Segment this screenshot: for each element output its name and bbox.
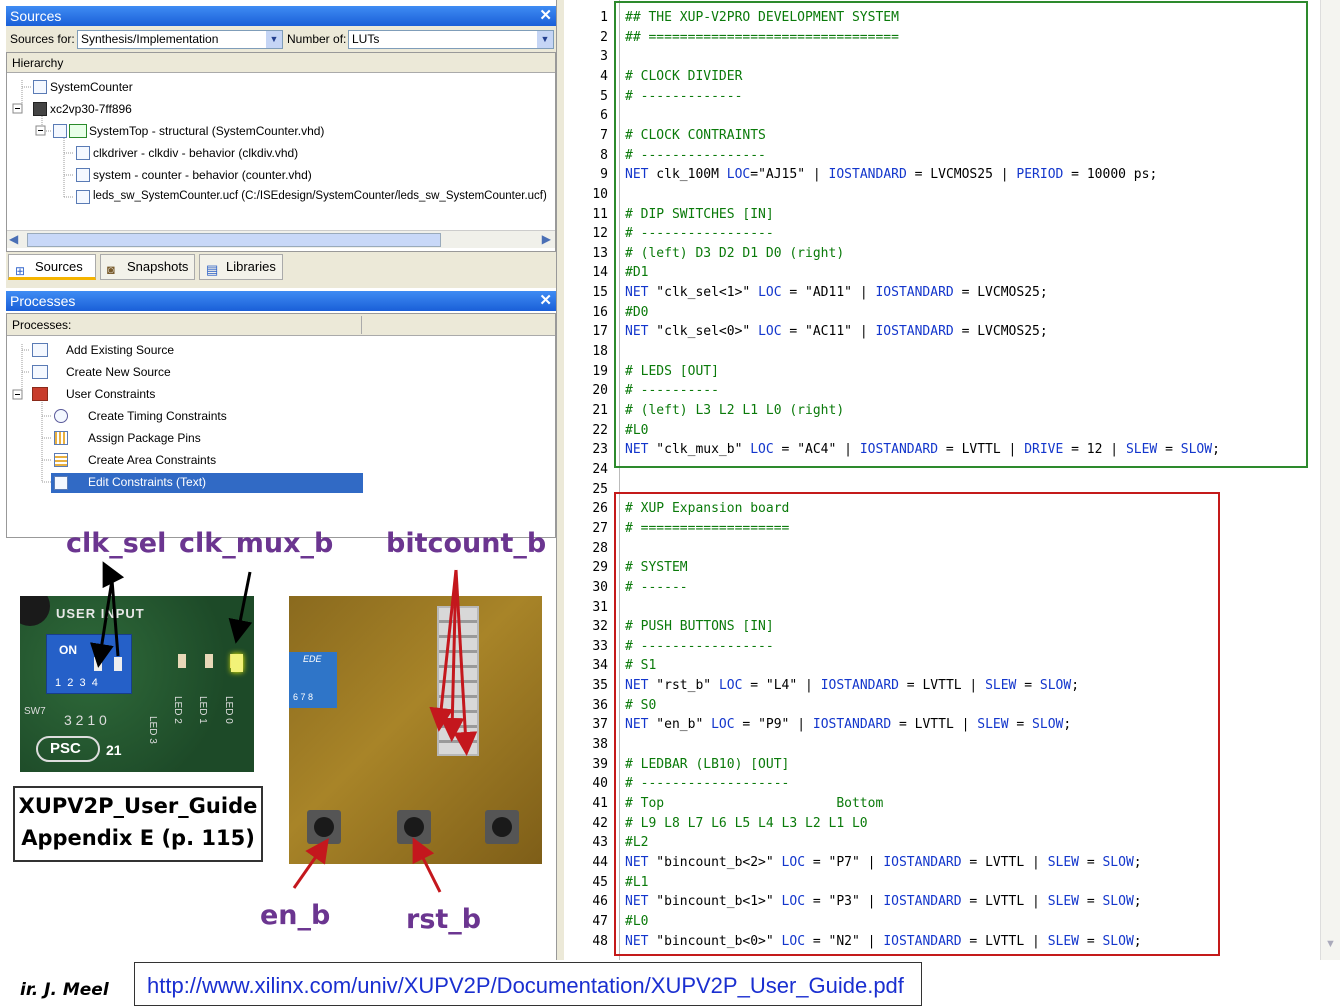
line-number: 41	[592, 796, 608, 811]
code-line[interactable]: NET "rst_b" LOC = "L4" | IOSTANDARD = LV…	[625, 678, 1079, 693]
line-number: 32	[592, 619, 608, 635]
line-number: 1	[600, 10, 608, 25]
line-number: 4	[600, 68, 608, 84]
code-line[interactable]: NET "bincount_b<0>" LOC = "N2" | IOSTAND…	[625, 934, 1142, 949]
line-number: 6	[600, 108, 608, 124]
author-text: ir. J. Meel	[20, 980, 109, 1000]
code-line[interactable]: # SYSTEM	[625, 560, 688, 575]
line-number: 20	[592, 383, 608, 399]
line-number: 39	[592, 756, 608, 772]
line-number: 35	[592, 678, 608, 694]
code-line[interactable]: # CLOCK CONTRAINTS	[625, 128, 766, 143]
line-number: 30	[592, 579, 608, 595]
line-number: 31	[592, 599, 608, 615]
code-line[interactable]: # ----------------	[625, 148, 766, 163]
line-number: 9	[600, 167, 608, 183]
code-line[interactable]: NET clk_100M LOC="AJ15" | IOSTANDARD = L…	[625, 167, 1157, 182]
code-line[interactable]: # PUSH BUTTONS [IN]	[625, 619, 774, 634]
code-line[interactable]: # ===================	[625, 521, 789, 536]
code-line[interactable]: NET "bincount_b<1>" LOC = "P3" | IOSTAND…	[625, 894, 1142, 909]
line-number: 33	[592, 638, 608, 654]
splitter[interactable]	[556, 0, 564, 960]
line-number: 26	[592, 501, 608, 517]
line-number: 15	[592, 285, 608, 301]
line-number: 22	[592, 422, 608, 438]
line-number: 25	[592, 481, 608, 497]
line-number: 23	[592, 442, 608, 458]
line-number: 40	[592, 776, 608, 792]
line-number: 28	[592, 540, 608, 556]
code-line[interactable]: # L9 L8 L7 L6 L5 L4 L3 L2 L1 L0	[625, 816, 868, 831]
code-line[interactable]: #L2	[625, 835, 648, 850]
code-line[interactable]: # -----------------	[625, 226, 774, 241]
code-line[interactable]: # ----------	[625, 383, 719, 398]
guide-url-link[interactable]: http://www.xilinx.com/univ/XUPV2P/Docume…	[147, 973, 904, 999]
code-line[interactable]: # LEDBAR (LB10) [OUT]	[625, 757, 789, 772]
line-number: 48	[592, 933, 608, 949]
line-number: 38	[592, 737, 608, 753]
code-line[interactable]: # Top Bottom	[625, 796, 883, 811]
code-line[interactable]: # XUP Expansion board	[625, 501, 789, 516]
line-number: 3	[600, 49, 608, 65]
code-line[interactable]: NET "clk_sel<1>" LOC = "AD11" | IOSTANDA…	[625, 285, 1048, 300]
line-number: 34	[592, 658, 608, 674]
guide-line-1: XUPV2P_User_Guide	[18, 794, 258, 818]
line-number: 36	[592, 697, 608, 713]
code-line[interactable]: NET "clk_sel<0>" LOC = "AC11" | IOSTANDA…	[625, 324, 1048, 339]
code-line[interactable]: #D0	[625, 305, 648, 320]
code-line[interactable]: # (left) D3 D2 D1 D0 (right)	[625, 246, 844, 261]
line-number: 21	[592, 403, 608, 418]
code-line[interactable]: ## THE XUP-V2PRO DEVELOPMENT SYSTEM	[625, 10, 899, 25]
line-number: 45	[592, 874, 608, 890]
code-line[interactable]: # CLOCK DIVIDER	[625, 69, 742, 84]
code-line[interactable]: # -------------------	[625, 776, 789, 791]
line-number: 17	[592, 324, 608, 340]
line-number: 44	[592, 854, 608, 870]
code-line[interactable]: # (left) L3 L2 L1 L0 (right)	[625, 403, 844, 418]
code-line[interactable]: # DIP SWITCHES [IN]	[625, 207, 774, 222]
code-line[interactable]: # S0	[625, 698, 656, 713]
line-number: 43	[592, 835, 608, 851]
vertical-scrollbar[interactable]: ▼	[1320, 0, 1340, 960]
line-number: 47	[592, 913, 608, 929]
code-line[interactable]: #L0	[625, 914, 648, 929]
line-number: 29	[592, 560, 608, 576]
code-line[interactable]: NET "clk_mux_b" LOC = "AC4" | IOSTANDARD…	[625, 442, 1220, 457]
line-number: 11	[592, 206, 608, 222]
code-line[interactable]: #L1	[625, 875, 648, 890]
label-en-b: en_b	[260, 900, 331, 931]
line-number: 5	[600, 88, 608, 104]
code-line[interactable]: # LEDS [OUT]	[625, 364, 719, 379]
code-line[interactable]: # S1	[625, 658, 656, 673]
line-number: 19	[592, 363, 608, 379]
line-number: 42	[592, 815, 608, 831]
line-number: 10	[592, 186, 608, 202]
line-number: 46	[592, 894, 608, 910]
code-line[interactable]: # -------------	[625, 89, 742, 104]
code-line[interactable]: ## ================================	[625, 30, 899, 45]
line-number: 27	[592, 520, 608, 536]
url-box[interactable]: http://www.xilinx.com/univ/XUPV2P/Docume…	[134, 962, 922, 1006]
code-line[interactable]: # -----------------	[625, 639, 774, 654]
line-number: 13	[592, 245, 608, 261]
line-number: 37	[592, 717, 608, 733]
label-rst-b: rst_b	[406, 904, 482, 935]
code-line[interactable]: #L0	[625, 423, 648, 438]
code-line[interactable]: # ------	[625, 580, 688, 595]
code-line[interactable]: NET "bincount_b<2>" LOC = "P7" | IOSTAND…	[625, 855, 1142, 870]
line-number: 7	[600, 127, 608, 143]
line-number: 2	[600, 29, 608, 45]
line-number: 24	[592, 461, 608, 477]
line-number: 12	[592, 226, 608, 242]
guide-reference-box: XUPV2P_User_Guide Appendix E (p. 115)	[13, 786, 263, 862]
line-number: 8	[600, 147, 608, 163]
line-number: 18	[592, 344, 608, 360]
scroll-down-icon[interactable]: ▼	[1325, 938, 1336, 950]
line-number: 14	[592, 265, 608, 281]
code-line[interactable]: NET "en_b" LOC = "P9" | IOSTANDARD = LVT…	[625, 717, 1071, 732]
guide-line-2: Appendix E (p. 115)	[21, 826, 255, 850]
code-line[interactable]: #D1	[625, 265, 648, 280]
line-number: 16	[592, 304, 608, 320]
